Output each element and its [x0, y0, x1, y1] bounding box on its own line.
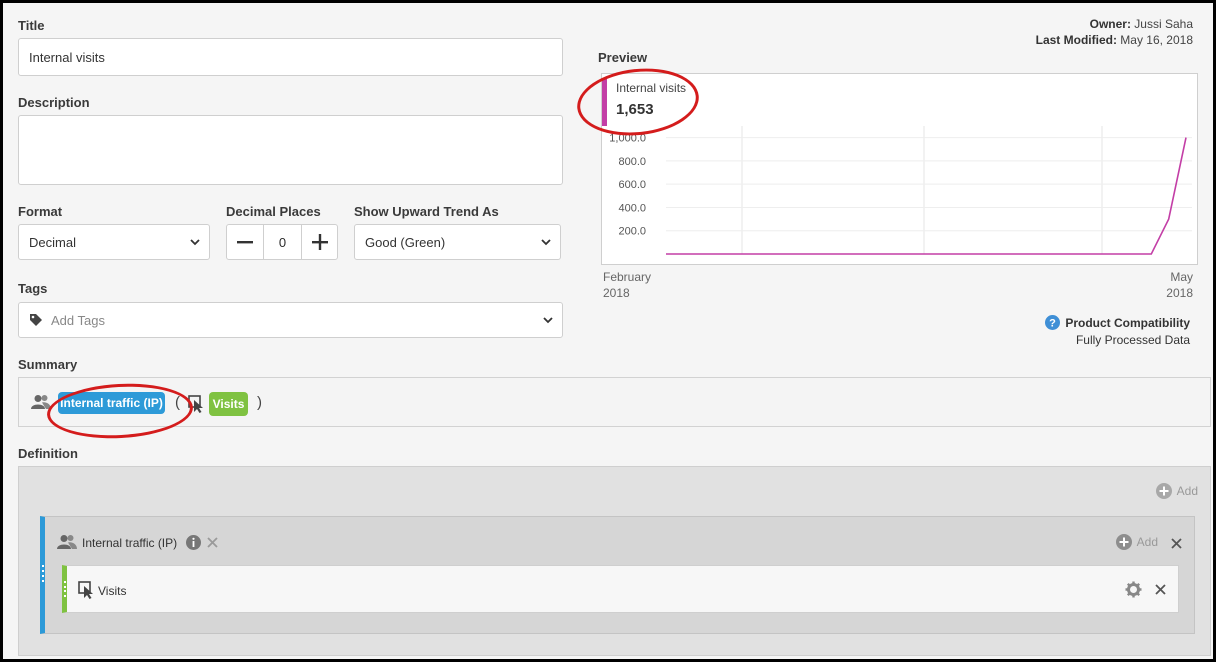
segment-builder: Owner: Jussi Saha Last Modified: May 16,…: [0, 0, 1216, 662]
increment-button[interactable]: [301, 225, 337, 259]
last-modified-line: Last Modified: May 16, 2018: [1036, 33, 1193, 47]
summary-close-paren: ): [257, 394, 262, 411]
svg-text:?: ?: [1049, 318, 1056, 330]
title-value: Internal visits: [29, 49, 105, 65]
decimal-places-stepper: 0: [226, 224, 338, 260]
decimal-places-input[interactable]: 0: [264, 225, 301, 259]
x-axis-start-month: February: [603, 270, 652, 284]
x-axis-end: May 2018: [1165, 269, 1193, 301]
add-circle-icon: [1115, 534, 1132, 550]
x-axis-start: February 2018: [603, 269, 651, 301]
metric-rule-row: Visits: [62, 565, 1179, 613]
chevron-down-icon: [541, 239, 551, 246]
preview-label: Preview: [598, 50, 648, 65]
definition-add-button[interactable]: Add: [1155, 483, 1198, 499]
compatibility-title: Product Compatibility: [1065, 315, 1190, 330]
remove-icon[interactable]: [207, 537, 218, 548]
trend-select[interactable]: Good (Green): [354, 224, 561, 260]
tags-label: Tags: [18, 281, 48, 296]
owner-label: Owner:: [1089, 17, 1131, 31]
tags-input[interactable]: Add Tags: [18, 302, 563, 338]
x-axis-end-year: 2018: [1166, 286, 1193, 300]
product-compatibility: ? Product Compatibility: [1045, 315, 1190, 330]
container-add-label: Add: [1136, 535, 1158, 549]
owner-value: Jussi Saha: [1134, 17, 1193, 31]
rule-drag-handle[interactable]: [63, 580, 66, 598]
x-axis-end-month: May: [1170, 270, 1193, 284]
compatibility-value: Fully Processed Data: [1075, 333, 1190, 347]
container-drag-handle[interactable]: [40, 563, 45, 583]
owner-line: Owner: Jussi Saha: [1090, 17, 1193, 31]
format-value: Decimal: [29, 234, 76, 250]
description-label: Description: [18, 95, 90, 110]
container-name: Internal traffic (IP): [82, 536, 178, 550]
summary-box: Internal traffic (IP) ( Visits ): [18, 377, 1211, 427]
y-tick-label: 200.0: [618, 226, 646, 238]
definition-canvas: Add Internal traffic (IP) Add Visits: [18, 466, 1211, 656]
description-input[interactable]: [18, 115, 563, 185]
last-modified-value: May 16, 2018: [1120, 33, 1193, 47]
container-add-button[interactable]: Add: [1115, 534, 1158, 550]
summary-label: Summary: [18, 357, 78, 372]
close-icon[interactable]: [1155, 584, 1166, 595]
segment-people-icon: [57, 535, 77, 549]
minus-icon: [237, 241, 253, 244]
chevron-down-icon: [190, 239, 200, 246]
close-icon[interactable]: [1171, 538, 1182, 549]
metric-cursor-icon: [78, 581, 93, 599]
metric-rule-name: Visits: [98, 584, 127, 598]
y-tick-label: 800.0: [618, 156, 646, 168]
title-input[interactable]: Internal visits: [18, 38, 563, 76]
gear-icon[interactable]: [1125, 581, 1142, 598]
series-line-internal-visits: [666, 137, 1187, 255]
trend-value: Good (Green): [365, 234, 446, 250]
tags-placeholder: Add Tags: [51, 312, 105, 328]
info-icon[interactable]: [186, 535, 201, 550]
decimal-places-label: Decimal Places: [226, 204, 321, 219]
chevron-down-icon: [543, 317, 553, 324]
tag-icon: [30, 314, 42, 326]
add-circle-icon: [1155, 483, 1172, 499]
format-select[interactable]: Decimal: [18, 224, 210, 260]
y-tick-label: 600.0: [618, 179, 646, 191]
last-modified-label: Last Modified:: [1035, 33, 1117, 47]
y-tick-label: 400.0: [618, 202, 646, 214]
definition-label: Definition: [18, 446, 78, 461]
x-axis-start-year: 2018: [603, 286, 630, 300]
decrement-button[interactable]: [227, 225, 264, 259]
plus-icon: [311, 234, 328, 250]
format-label: Format: [18, 204, 63, 219]
definition-add-label: Add: [1176, 484, 1198, 498]
trend-label: Show Upward Trend As: [354, 204, 499, 219]
summary-metric-pill[interactable]: Visits: [209, 392, 248, 416]
title-label: Title: [18, 18, 45, 33]
help-icon[interactable]: ?: [1045, 315, 1061, 330]
segment-container: Internal traffic (IP) Add Visits: [40, 516, 1195, 634]
